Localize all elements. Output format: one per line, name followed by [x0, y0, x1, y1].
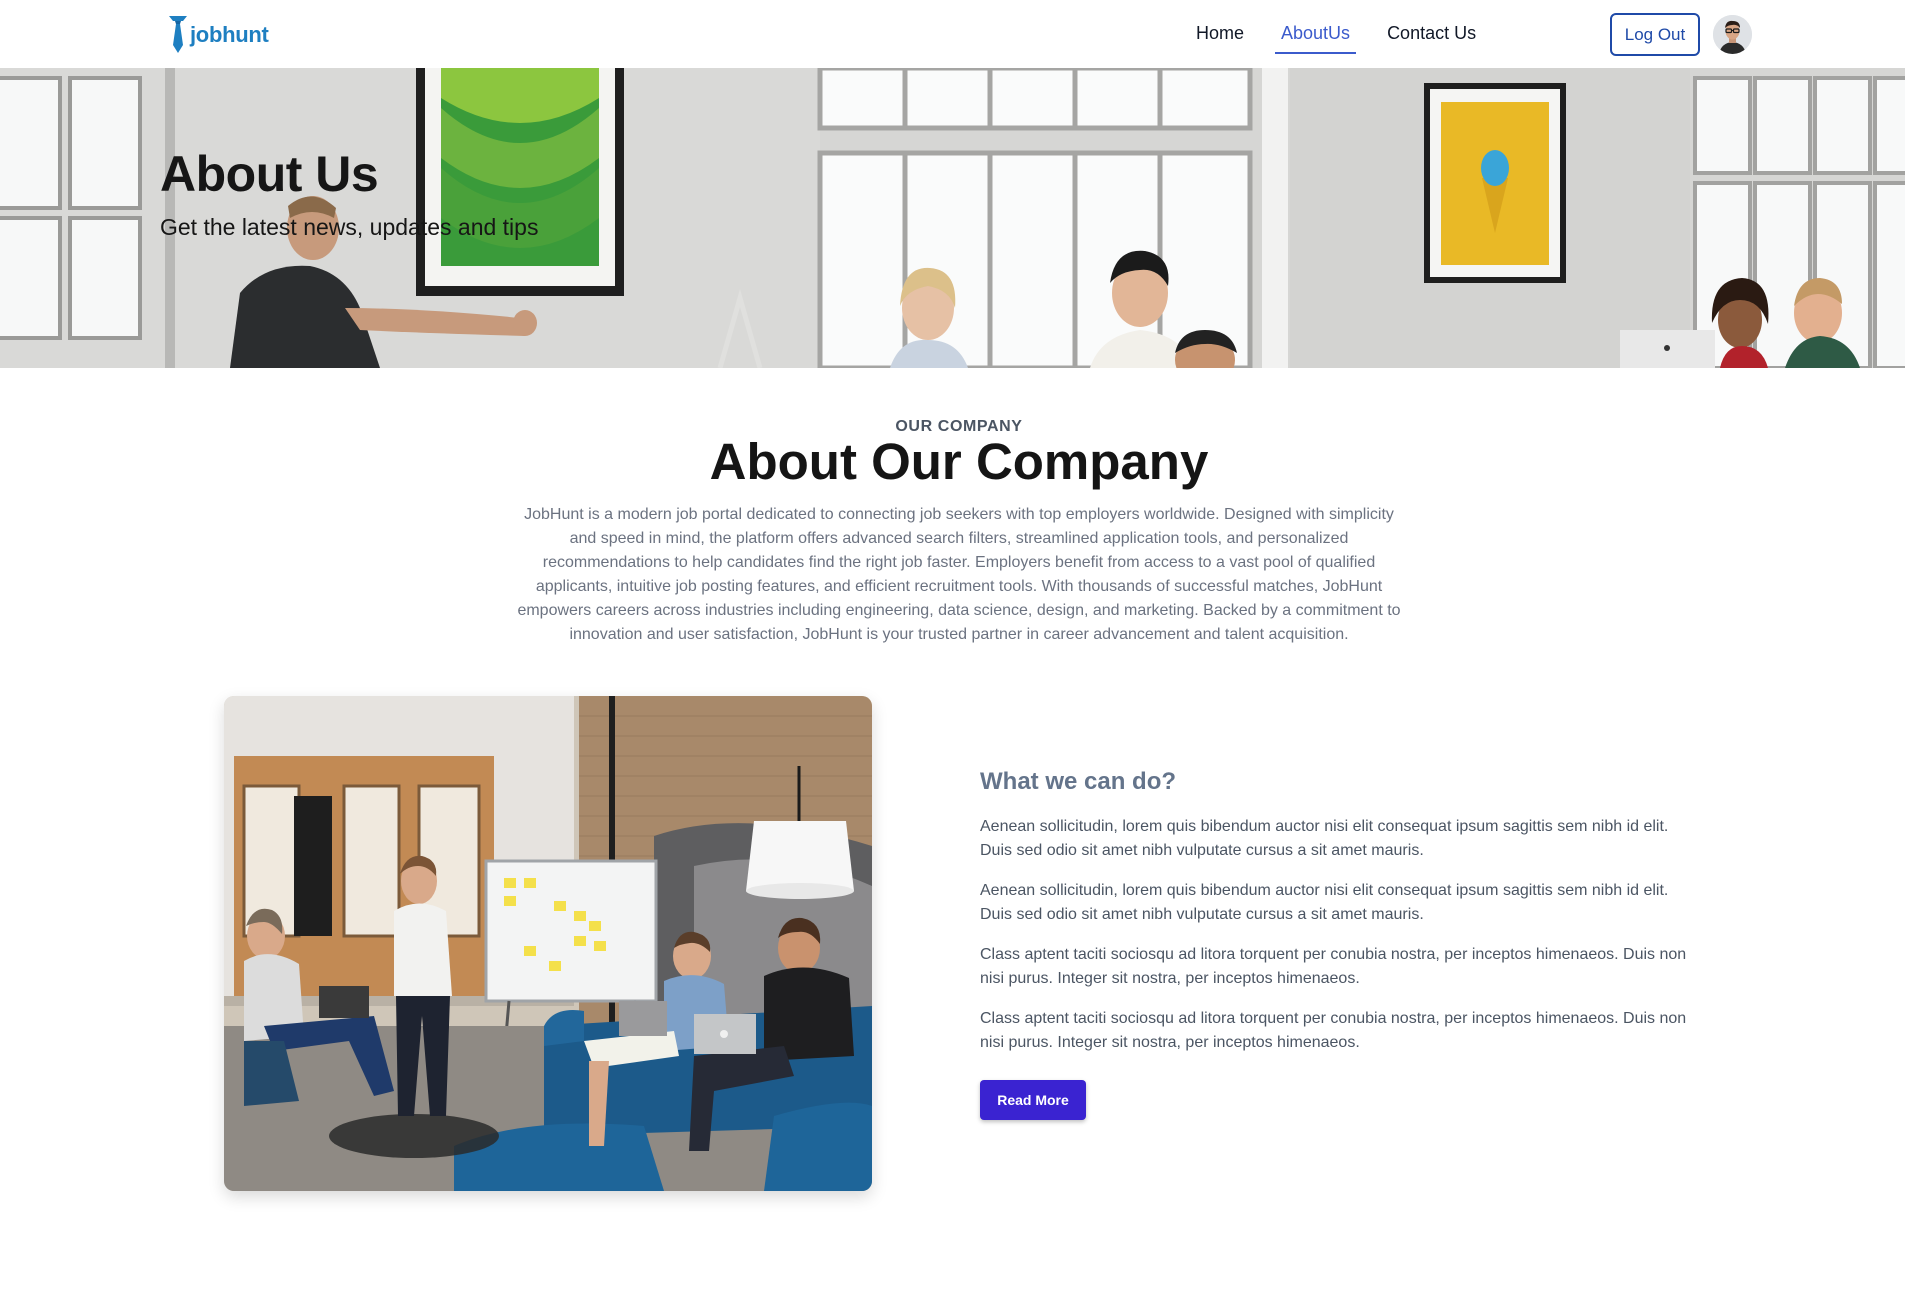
user-avatar-image — [1713, 15, 1752, 54]
feature-paragraph-3: Class aptent taciti sociosqu ad litora t… — [980, 946, 1687, 987]
hero-title: About Us — [160, 146, 379, 202]
brand-logo[interactable]: jobhunt — [168, 14, 269, 54]
navbar: jobhunt Home AboutUs Contact Us Log Out — [0, 0, 1905, 68]
feature-heading: What we can do? — [980, 768, 1177, 795]
nav-home-link[interactable]: Home — [1190, 18, 1250, 54]
main-nav: Home AboutUs Contact Us — [1190, 18, 1507, 54]
feature-paragraph-4: Class aptent taciti sociosqu ad litora t… — [980, 1010, 1687, 1051]
company-title: About Our Company — [709, 433, 1209, 490]
hero-subtitle: Get the latest news, updates and tips — [160, 214, 539, 240]
company-description: JobHunt is a modern job portal dedicated… — [517, 506, 1401, 643]
tie-logo-icon — [169, 16, 187, 53]
read-more-button[interactable]: Read More — [980, 1080, 1086, 1120]
feature-paragraph-2: Aenean sollicitudin, lorem quis bibendum… — [980, 882, 1669, 923]
nav-contact-link[interactable]: Contact Us — [1381, 18, 1482, 54]
user-avatar[interactable] — [1713, 15, 1752, 54]
brand-name: jobhunt — [190, 22, 269, 47]
logout-button[interactable]: Log Out — [1610, 13, 1700, 56]
hero-banner: About Us Get the latest news, updates an… — [0, 68, 1905, 368]
feature-paragraph-1: Aenean sollicitudin, lorem quis bibendum… — [980, 818, 1669, 859]
nav-aboutus-link[interactable]: AboutUs — [1275, 18, 1357, 54]
team-meeting-image — [224, 696, 872, 1191]
team-meeting-photo — [224, 696, 872, 1191]
